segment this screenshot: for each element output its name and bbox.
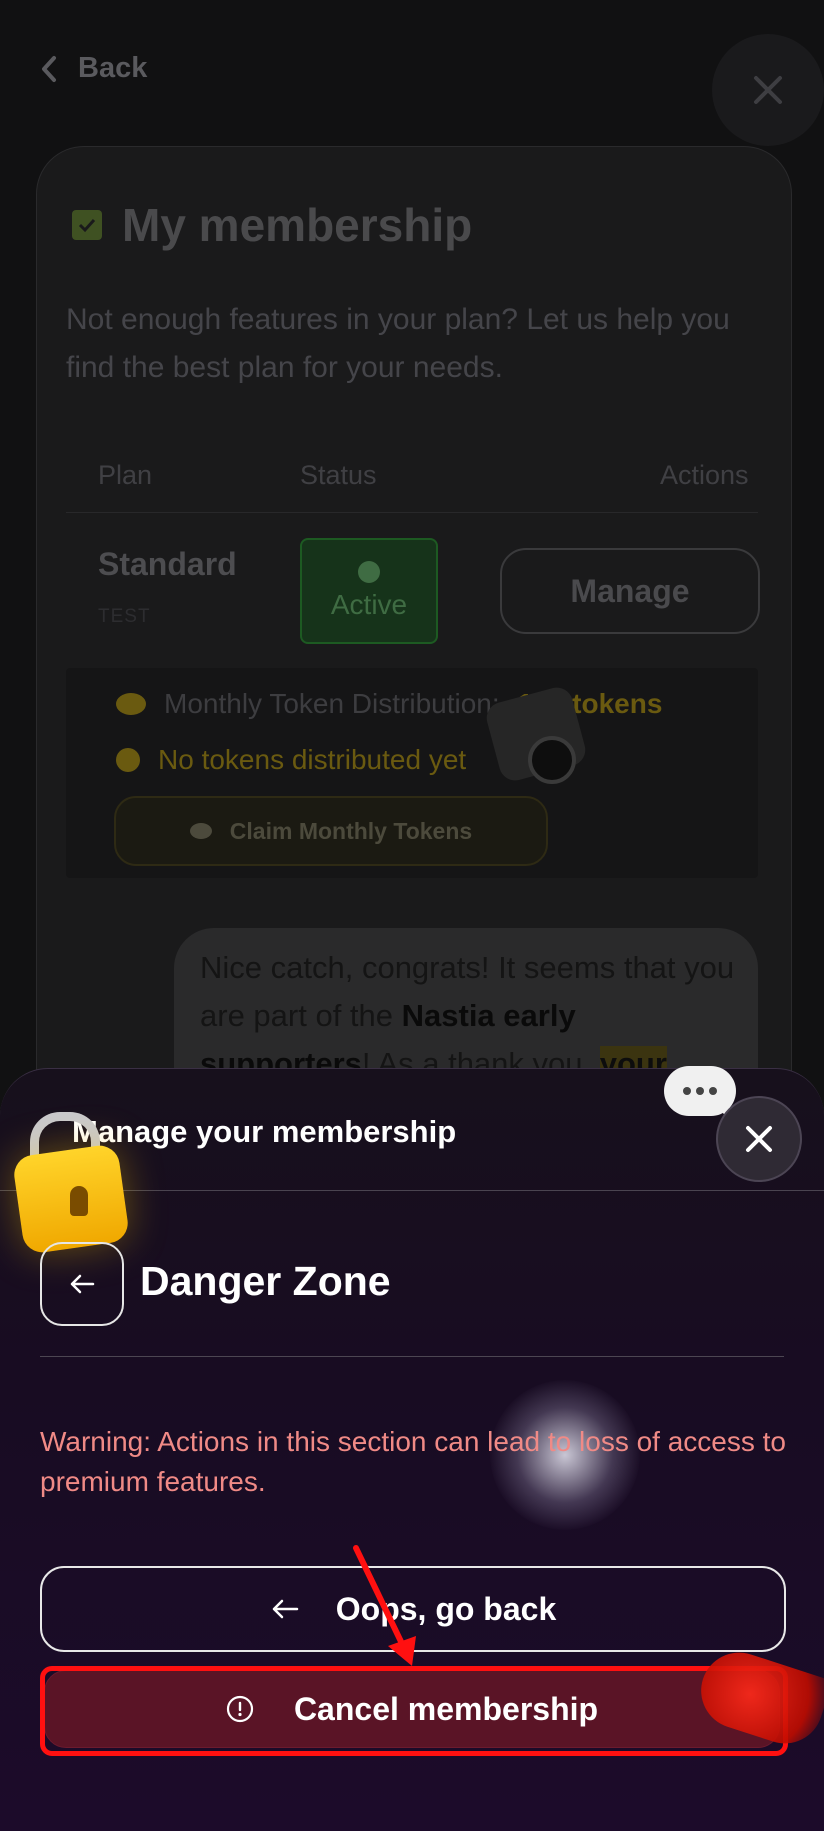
token-notice: No tokens distributed yet: [116, 744, 466, 776]
alert-circle-icon: [226, 1695, 254, 1723]
column-header-status: Status: [300, 460, 377, 490]
column-header-actions: Actions: [660, 460, 749, 490]
close-icon: [754, 76, 782, 104]
danger-warning-text: Warning: Actions in this section can lea…: [40, 1426, 787, 1497]
manage-button[interactable]: Manage: [500, 548, 760, 634]
danger-zone-title: Danger Zone: [140, 1258, 391, 1304]
arrow-left-icon: [272, 1599, 298, 1619]
cancel-membership-label: Cancel membership: [293, 1690, 599, 1727]
arrow-left-icon: [70, 1274, 95, 1294]
checkbox-icon: [72, 210, 102, 240]
cancel-membership-button[interactable]: Cancel membership: [44, 1670, 780, 1748]
alert-icon: [116, 748, 140, 772]
claim-tokens-label: Claim Monthly Tokens: [229, 817, 473, 844]
token-notice-text: No tokens distributed yet: [158, 744, 467, 775]
go-back-label: Oops, go back: [335, 1590, 557, 1627]
column-header-plan: Plan: [98, 460, 153, 490]
go-back-button[interactable]: Oops, go back: [40, 1566, 786, 1652]
table-divider: [66, 512, 758, 513]
back-link[interactable]: Back: [38, 52, 147, 85]
chat-message-text: Nice catch, congrats! It seems that you …: [200, 944, 740, 1088]
token-distribution: Monthly Token Distribution: 100 tokens: [116, 688, 662, 720]
chevron-left-icon: [42, 55, 56, 82]
close-page-button[interactable]: [712, 34, 824, 146]
danger-zone-back-button[interactable]: [40, 1242, 124, 1326]
page-title-text: My membership: [122, 199, 473, 251]
check-circle-icon: [358, 561, 380, 583]
back-label: Back: [78, 52, 148, 84]
coin-icon: [116, 693, 146, 715]
plan-name: Standard: [98, 546, 237, 582]
top-bar: Back: [0, 0, 824, 146]
sheet-title: Manage your membership: [72, 1114, 457, 1149]
sheet-close-button[interactable]: [716, 1096, 802, 1182]
status-badge: Active: [300, 538, 438, 644]
sheet-header-divider: [0, 1190, 824, 1191]
camera-lens: [528, 736, 576, 784]
close-icon: [746, 1126, 772, 1152]
claim-tokens-button[interactable]: Claim Monthly Tokens: [114, 796, 548, 866]
danger-zone-divider: [40, 1356, 784, 1357]
coin-icon: [189, 823, 212, 839]
plan-sub-label: TEST: [98, 606, 151, 627]
padlock-keyhole: [70, 1186, 88, 1216]
page-description: Not enough features in your plan? Let us…: [66, 303, 730, 384]
page-title: My membership: [72, 198, 472, 252]
token-distribution-label: Monthly Token Distribution:: [164, 688, 500, 719]
status-label: Active: [330, 589, 408, 620]
